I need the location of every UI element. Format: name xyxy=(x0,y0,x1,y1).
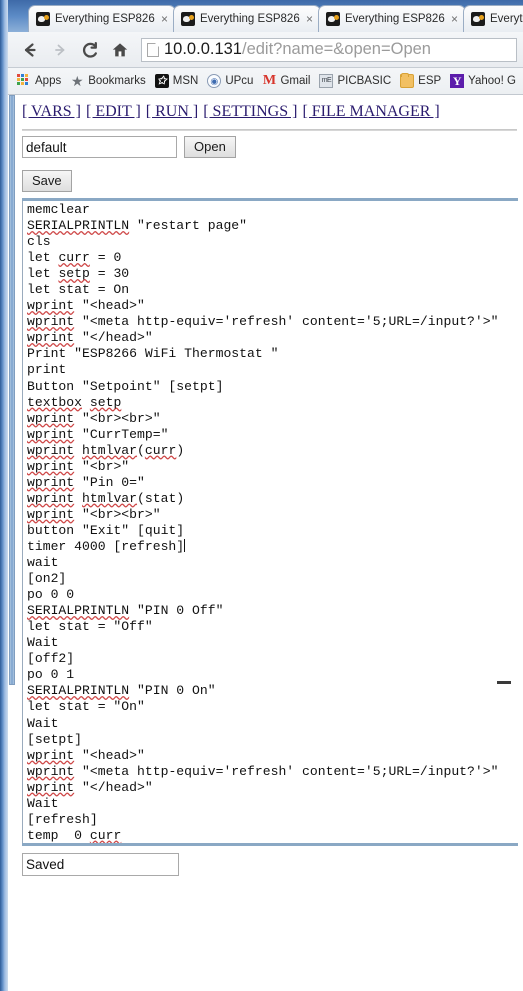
forward-arrow-icon[interactable] xyxy=(47,37,73,63)
horizontal-divider xyxy=(22,129,517,131)
bookmark-yahoo[interactable]: Y Yahoo! G xyxy=(450,74,516,88)
esp8266-forum-favicon-icon xyxy=(326,12,340,26)
browser-tab-active[interactable]: Everything ESP8266 - × xyxy=(318,5,466,32)
browser-window: Everything ESP8266 - × Everything ESP826… xyxy=(0,0,523,991)
bookmark-gmail[interactable]: M Gmail xyxy=(262,73,311,88)
filename-input[interactable] xyxy=(22,136,177,158)
bookmark-msn[interactable]: ✩ MSN xyxy=(154,74,199,88)
page-document-icon xyxy=(147,42,159,57)
apps-grid-icon xyxy=(17,74,31,88)
save-button[interactable]: Save xyxy=(22,170,72,192)
tab-title: Everything ESP8266 - xyxy=(345,13,445,25)
bookmark-picbasic[interactable]: mE PICBASIC xyxy=(319,74,391,88)
nav-link-run[interactable]: [ RUN ] xyxy=(146,103,198,120)
browser-tab[interactable]: Everything ESP8266 - × xyxy=(28,5,176,32)
bookmark-bookmarks[interactable]: ★ Bookmarks xyxy=(70,74,146,88)
esp8266-forum-favicon-icon xyxy=(471,12,485,26)
msn-butterfly-icon: ✩ xyxy=(154,74,169,88)
url-path: /edit?name=&open=Open xyxy=(242,40,431,58)
bookmark-label: Bookmarks xyxy=(88,75,146,87)
browser-tab[interactable]: Everything ESP8266 - × xyxy=(173,5,321,32)
nav-link-file-manager[interactable]: [ FILE MANAGER ] xyxy=(302,103,439,120)
status-input[interactable] xyxy=(22,853,179,876)
home-icon[interactable] xyxy=(107,37,133,63)
tab-strip: Everything ESP8266 - × Everything ESP826… xyxy=(8,0,523,32)
bookmarks-bar: Apps ★ Bookmarks ✩ MSN ◉ UPcu M Gmail mE… xyxy=(8,68,523,95)
tab-title: Everything ESP8266 - xyxy=(490,13,523,25)
picbasic-icon: mE xyxy=(319,74,334,88)
nav-link-edit[interactable]: [ EDIT ] xyxy=(86,103,141,120)
tab-title: Everything ESP8266 - xyxy=(55,13,155,25)
close-icon[interactable]: × xyxy=(303,13,316,26)
bookmark-apps[interactable]: Apps xyxy=(17,74,61,88)
bookmark-label: Apps xyxy=(35,75,62,87)
bookmark-label: Yahoo! G xyxy=(468,75,516,87)
scrollbar-thumb[interactable] xyxy=(9,95,15,685)
window-left-border xyxy=(0,0,8,991)
close-icon[interactable]: × xyxy=(448,13,461,26)
url-host: 10.0.0.131 xyxy=(164,40,242,58)
bookmark-label: ESP xyxy=(418,75,442,87)
gmail-m-icon: M xyxy=(262,73,277,88)
back-arrow-icon[interactable] xyxy=(17,37,43,63)
upcu-icon: ◉ xyxy=(207,74,222,88)
browser-tab[interactable]: Everything ESP8266 - × xyxy=(463,5,523,32)
code-editor-content[interactable]: memclear SERIALPRINTLN "restart page" cl… xyxy=(22,201,518,843)
esp8266-forum-favicon-icon xyxy=(36,12,50,26)
bookmark-label: PICBASIC xyxy=(337,75,392,87)
reload-icon[interactable] xyxy=(77,37,103,63)
page-nav: [ VARS ] [ EDIT ] [ RUN ] [ SETTINGS ] [… xyxy=(22,103,441,121)
bookmark-label: MSN xyxy=(172,75,199,87)
nav-link-vars[interactable]: [ VARS ] xyxy=(22,103,81,120)
bookmark-esp[interactable]: ESP xyxy=(400,73,442,88)
code-editor-textarea[interactable]: memclear SERIALPRINTLN "restart page" cl… xyxy=(22,198,518,846)
page-vertical-scrollbar[interactable] xyxy=(8,95,16,991)
esp8266-forum-favicon-icon xyxy=(181,12,195,26)
nav-link-settings[interactable]: [ SETTINGS ] xyxy=(203,103,297,120)
bookmark-upcu[interactable]: ◉ UPcu xyxy=(207,74,253,88)
star-icon: ★ xyxy=(70,73,84,89)
tab-title: Everything ESP8266 - xyxy=(200,13,300,25)
browser-toolbar: 10.0.0.131 /edit?name=&open=Open xyxy=(8,32,523,68)
bookmark-label: UPcu xyxy=(225,75,254,87)
open-button[interactable]: Open xyxy=(184,136,236,158)
open-file-row: Open xyxy=(22,136,236,158)
page-viewport: [ VARS ] [ EDIT ] [ RUN ] [ SETTINGS ] [… xyxy=(8,95,523,991)
bookmark-label: Gmail xyxy=(280,75,311,87)
close-icon[interactable]: × xyxy=(158,13,171,26)
textarea-resize-handle[interactable] xyxy=(497,681,511,684)
address-bar[interactable]: 10.0.0.131 /edit?name=&open=Open xyxy=(141,37,517,62)
yahoo-y-icon: Y xyxy=(450,74,465,88)
page-content: [ VARS ] [ EDIT ] [ RUN ] [ SETTINGS ] [… xyxy=(16,95,523,991)
folder-icon xyxy=(400,73,415,88)
